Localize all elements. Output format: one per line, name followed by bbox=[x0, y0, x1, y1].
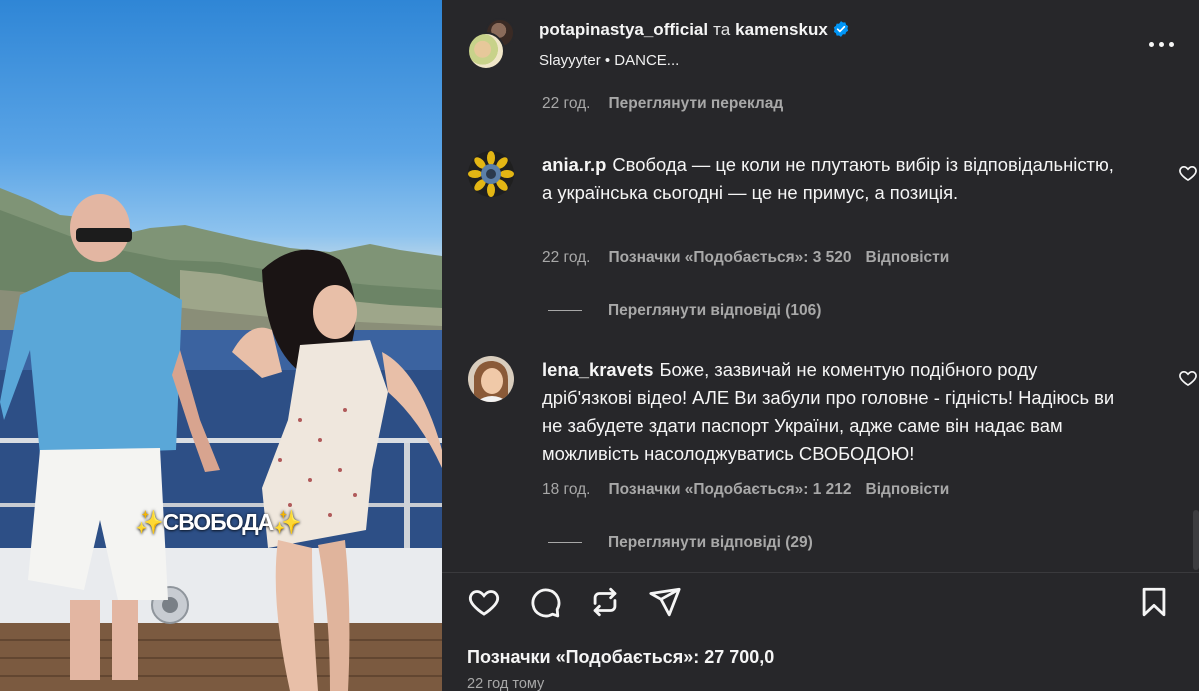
post-actions: Позначки «Подобається»: 27 700,0 22 год … bbox=[442, 573, 1199, 691]
comments-scrollbar[interactable] bbox=[1193, 510, 1199, 570]
avatar-primary[interactable] bbox=[467, 32, 505, 70]
comment-time: 22 год. bbox=[542, 95, 591, 112]
replies-divider-line bbox=[548, 310, 582, 312]
comment-likes-count[interactable]: Позначки «Подобається»: 3 520 bbox=[609, 249, 852, 266]
post-time-ago: 22 год тому bbox=[467, 676, 545, 691]
audio-track-link[interactable]: Slayyyter • DANCE... bbox=[539, 52, 679, 69]
comment-like-heart-icon[interactable] bbox=[1178, 368, 1198, 388]
comment-text: Свобода — це коли не плутають вибір із в… bbox=[542, 154, 1114, 203]
commenter-avatar[interactable] bbox=[468, 356, 514, 402]
author-secondary-link[interactable]: kamenskux bbox=[735, 20, 828, 39]
more-options-icon[interactable] bbox=[1149, 34, 1175, 54]
comment-time: 18 год. bbox=[542, 481, 591, 498]
commenter-avatar[interactable] bbox=[468, 151, 514, 197]
view-replies-label: Переглянути відповіді (29) bbox=[608, 534, 813, 551]
author-primary-link[interactable]: potapinastya_official bbox=[539, 20, 708, 39]
comment-like-heart-icon[interactable] bbox=[1178, 163, 1198, 183]
heart-icon[interactable] bbox=[467, 585, 501, 619]
see-translation-button[interactable]: Переглянути переклад bbox=[609, 95, 784, 112]
author-joiner: та bbox=[713, 20, 731, 39]
reply-button[interactable]: Відповісти bbox=[866, 249, 950, 266]
author-line: potapinastya_official та kamenskux bbox=[539, 20, 850, 40]
comment-body: ania.r.p Свобода — це коли не плутають ви… bbox=[542, 151, 1122, 207]
comment-time: 22 год. bbox=[542, 249, 591, 266]
verified-badge-icon bbox=[833, 21, 848, 37]
comment-likes-count[interactable]: Позначки «Подобається»: 1 212 bbox=[609, 481, 852, 498]
send-icon[interactable] bbox=[648, 585, 682, 619]
comments-list[interactable]: 22 год. Переглянути переклад ania.r.p Св… bbox=[442, 92, 1199, 572]
comment-meta: 18 год. Позначки «Подобається»: 1 212 Відп… bbox=[542, 481, 963, 499]
view-replies-label: Переглянути відповіді (106) bbox=[608, 302, 822, 319]
bookmark-icon[interactable] bbox=[1137, 585, 1171, 619]
comment-username[interactable]: ania.r.p bbox=[542, 154, 606, 175]
prev-comment-meta: 22 год. Переглянути переклад bbox=[542, 95, 797, 113]
post-likes-count[interactable]: Позначки «Подобається»: 27 700,0 bbox=[467, 647, 774, 668]
view-replies-button[interactable]: Переглянути відповіді (106) bbox=[548, 302, 821, 320]
repost-icon[interactable] bbox=[588, 585, 622, 619]
view-replies-button[interactable]: Переглянути відповіді (29) bbox=[548, 534, 813, 552]
reply-button[interactable]: Відповісти bbox=[866, 481, 950, 498]
collab-avatars[interactable] bbox=[467, 18, 519, 70]
comment-body: lena_kravets Боже, зазвичай не коментую п… bbox=[542, 356, 1122, 468]
post-side-panel: potapinastya_official та kamenskux Slayyyt… bbox=[442, 0, 1199, 691]
video-caption-overlay: ✨СВОБОДА✨ bbox=[135, 509, 302, 535]
comment-meta: 22 год. Позначки «Подобається»: 3 520 Відп… bbox=[542, 249, 963, 267]
comment-icon[interactable] bbox=[528, 585, 562, 619]
comment-username[interactable]: lena_kravets bbox=[542, 359, 653, 380]
video-frame bbox=[0, 188, 442, 691]
post-media[interactable]: ✨СВОБОДА✨ bbox=[0, 0, 442, 691]
replies-divider-line bbox=[548, 542, 582, 544]
post-header: potapinastya_official та kamenskux Slayyyt… bbox=[442, 0, 1199, 92]
